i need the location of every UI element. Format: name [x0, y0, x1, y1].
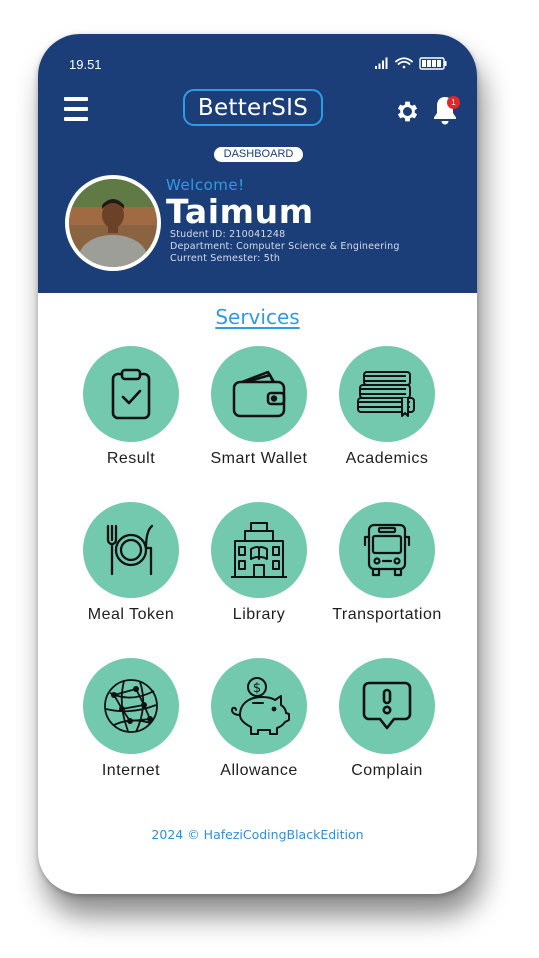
wallet-icon [232, 370, 286, 418]
battery-icon [419, 57, 447, 70]
service-label: Academics [345, 450, 429, 467]
wifi-icon [395, 57, 413, 69]
service-label: Transportation [332, 606, 442, 623]
dashboard-header: 19.51 BetterSIS 1 DASHBOARD Welcome! Tai… [38, 34, 477, 293]
gear-icon[interactable] [394, 98, 421, 125]
service-label: Complain [351, 762, 423, 779]
notification-badge: 1 [447, 96, 460, 109]
service-complain[interactable]: Complain [323, 658, 451, 784]
phone-frame: 19.51 BetterSIS 1 DASHBOARD Welcome! Tai… [38, 34, 477, 894]
books-icon [357, 371, 415, 417]
service-meal-token[interactable]: Meal Token [67, 502, 195, 628]
piggy-bank-icon: $ [231, 677, 290, 735]
complaint-bubble-icon [362, 681, 412, 730]
avatar [65, 175, 161, 271]
library-building-icon [231, 522, 287, 578]
service-label: Smart Wallet [210, 450, 308, 467]
menu-icon[interactable] [64, 97, 88, 123]
student-department: Department: Computer Science & Engineeri… [170, 241, 400, 252]
service-label: Internet [101, 762, 161, 779]
dashboard-label: DASHBOARD [214, 147, 303, 162]
app-logo: BetterSIS [183, 89, 323, 126]
service-label: Result [106, 450, 156, 467]
service-smart-wallet[interactable]: Smart Wallet [195, 346, 323, 472]
profile-photo [69, 179, 157, 267]
plate-cutlery-icon [106, 524, 154, 576]
service-result[interactable]: Result [67, 346, 195, 472]
svg-text:$: $ [253, 681, 261, 696]
globe-network-icon [104, 679, 158, 733]
bus-icon [363, 523, 411, 577]
status-time: 19.51 [69, 57, 102, 72]
service-internet[interactable]: Internet [67, 658, 195, 784]
service-transportation[interactable]: Transportation [323, 502, 451, 628]
status-icons [375, 57, 447, 70]
student-id: Student ID: 210041248 [170, 229, 286, 240]
student-semester: Current Semester: 5th [170, 253, 281, 264]
clipboard-check-icon [111, 368, 151, 420]
service-label: Library [232, 606, 286, 623]
signal-icon [375, 57, 388, 69]
service-label: Allowance [220, 762, 298, 779]
service-library[interactable]: Library [195, 502, 323, 628]
service-academics[interactable]: Academics [323, 346, 451, 472]
services-heading[interactable]: Services [38, 305, 477, 329]
footer-credit: 2024 © HafeziCodingBlackEdition [151, 827, 364, 842]
service-allowance[interactable]: $ Allowance [195, 658, 323, 784]
service-label: Meal Token [87, 606, 175, 623]
student-name: Taimum [166, 192, 314, 231]
